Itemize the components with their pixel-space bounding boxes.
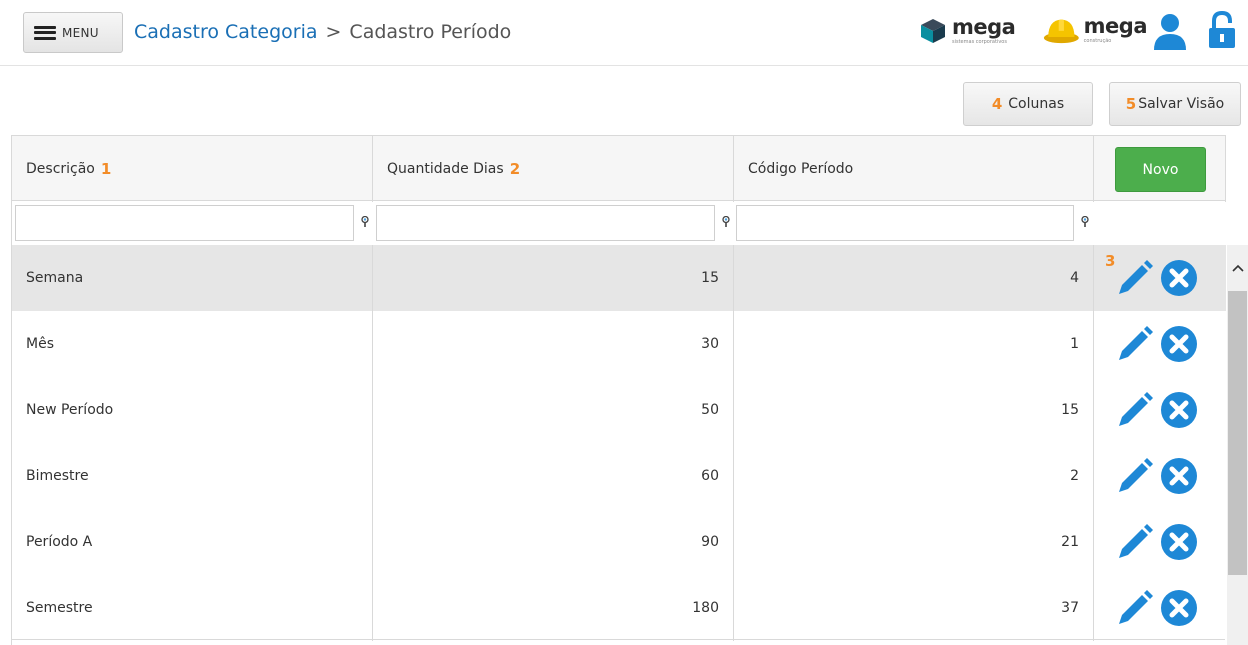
filter-descricao-input[interactable] <box>15 205 354 241</box>
cell-codigo-periodo: 1 <box>734 311 1094 377</box>
column-header-codigo-periodo[interactable]: Código Período <box>734 136 1094 202</box>
grid-header: Descrição 1 Quantidade Dias 2 Código Per… <box>12 135 1226 202</box>
filter-quantidade-dias-input[interactable] <box>376 205 715 241</box>
hamburger-icon <box>34 25 56 40</box>
edit-icon[interactable] <box>1116 523 1154 561</box>
menu-button[interactable]: MENU <box>23 12 123 53</box>
delete-icon[interactable] <box>1160 589 1198 627</box>
cell-quantidade-dias: 15 <box>373 245 734 311</box>
scrollbar-thumb[interactable] <box>1228 291 1247 575</box>
mega-logo-subtitle: sistemas corporativos <box>952 39 1007 45</box>
menu-label: MENU <box>62 25 99 40</box>
salvar-visao-button[interactable]: 5 Salvar Visão <box>1109 82 1241 126</box>
column-badge: 2 <box>509 160 521 178</box>
row-actions <box>1094 377 1226 443</box>
delete-icon[interactable] <box>1160 259 1198 297</box>
table-row[interactable]: Mês 30 1 <box>12 311 1226 377</box>
grid-bottom-border <box>11 639 1225 640</box>
table-row[interactable]: Bimestre 60 2 <box>12 443 1226 509</box>
row-actions <box>1094 575 1226 641</box>
mega-construcao-logo-text: mega <box>1083 14 1148 38</box>
filter-codigo-periodo-input[interactable] <box>736 205 1074 241</box>
row-actions <box>1094 443 1226 509</box>
column-header-quantidade-dias[interactable]: Quantidade Dias 2 <box>373 136 734 202</box>
column-badge: 1 <box>100 160 112 178</box>
cell-codigo-periodo: 15 <box>734 377 1094 443</box>
mega-cube-icon <box>921 19 945 43</box>
mega-construcao-logo: mega construção <box>1043 10 1148 50</box>
edit-icon[interactable] <box>1116 259 1154 297</box>
cell-codigo-periodo: 37 <box>734 575 1094 641</box>
filter-icon[interactable] <box>721 216 731 228</box>
delete-icon[interactable] <box>1160 457 1198 495</box>
top-bar: MENU Cadastro Categoria > Cadastro Período… <box>0 0 1248 66</box>
mega-construcao-logo-subtitle: construção <box>1083 38 1112 44</box>
cell-descricao: Bimestre <box>12 443 373 509</box>
row-actions <box>1094 311 1226 377</box>
data-grid: Descrição 1 Quantidade Dias 2 Código Per… <box>11 135 1226 645</box>
column-header-label: Código Período <box>748 161 854 177</box>
table-row[interactable]: New Período 50 15 <box>12 377 1226 443</box>
cell-quantidade-dias: 50 <box>373 377 734 443</box>
table-row[interactable]: Semana 15 4 3 <box>12 245 1226 311</box>
lock-icon[interactable] <box>1207 10 1237 50</box>
column-header-label: Descrição <box>26 161 95 177</box>
colunas-badge: 4 <box>991 95 1003 113</box>
column-header-descricao[interactable]: Descrição 1 <box>12 136 373 202</box>
edit-icon[interactable] <box>1116 457 1154 495</box>
scroll-up-icon[interactable] <box>1227 245 1248 291</box>
user-icon[interactable] <box>1152 12 1188 50</box>
delete-icon[interactable] <box>1160 325 1198 363</box>
filter-icon[interactable] <box>360 216 370 228</box>
cell-quantidade-dias: 90 <box>373 509 734 575</box>
salvar-visao-label: Salvar Visão <box>1138 96 1225 112</box>
actions-badge: 3 <box>1105 252 1116 270</box>
edit-icon[interactable] <box>1116 391 1154 429</box>
filter-icon[interactable] <box>1080 216 1090 228</box>
novo-button[interactable]: Novo <box>1115 147 1206 192</box>
vertical-scrollbar[interactable] <box>1227 245 1248 645</box>
cell-codigo-periodo: 21 <box>734 509 1094 575</box>
breadcrumb: Cadastro Categoria > Cadastro Período <box>134 20 511 44</box>
mega-logo-text: mega <box>952 15 1016 39</box>
row-actions: 3 <box>1094 245 1226 311</box>
cell-descricao: Período A <box>12 509 373 575</box>
cell-quantidade-dias: 30 <box>373 311 734 377</box>
mega-logo: mega sistemas corporativos <box>920 13 1028 49</box>
cell-descricao: Semana <box>12 245 373 311</box>
cell-codigo-periodo: 2 <box>734 443 1094 509</box>
cell-descricao: Semestre <box>12 575 373 641</box>
helmet-icon <box>1043 19 1079 44</box>
edit-icon[interactable] <box>1116 325 1154 363</box>
breadcrumb-separator: > <box>325 21 342 43</box>
grid-rows: Semana 15 4 3 Mês 30 1 New Período 50 15 <box>12 245 1226 645</box>
cell-descricao: New Período <box>12 377 373 443</box>
salvar-visao-badge: 5 <box>1125 95 1137 113</box>
cell-descricao: Mês <box>12 311 373 377</box>
colunas-button[interactable]: 4 Colunas <box>963 82 1093 126</box>
filter-row <box>12 201 1226 245</box>
edit-icon[interactable] <box>1116 589 1154 627</box>
colunas-label: Colunas <box>1008 96 1065 112</box>
column-header-label: Quantidade Dias <box>387 161 504 177</box>
cell-quantidade-dias: 60 <box>373 443 734 509</box>
cell-codigo-periodo: 4 <box>734 245 1094 311</box>
breadcrumb-current: Cadastro Período <box>349 21 512 43</box>
cell-quantidade-dias: 180 <box>373 575 734 641</box>
table-row[interactable]: Período A 90 21 <box>12 509 1226 575</box>
delete-icon[interactable] <box>1160 523 1198 561</box>
row-actions <box>1094 509 1226 575</box>
breadcrumb-link-cadastro-categoria[interactable]: Cadastro Categoria <box>134 21 318 43</box>
table-row[interactable]: Semestre 180 37 <box>12 575 1226 641</box>
delete-icon[interactable] <box>1160 391 1198 429</box>
